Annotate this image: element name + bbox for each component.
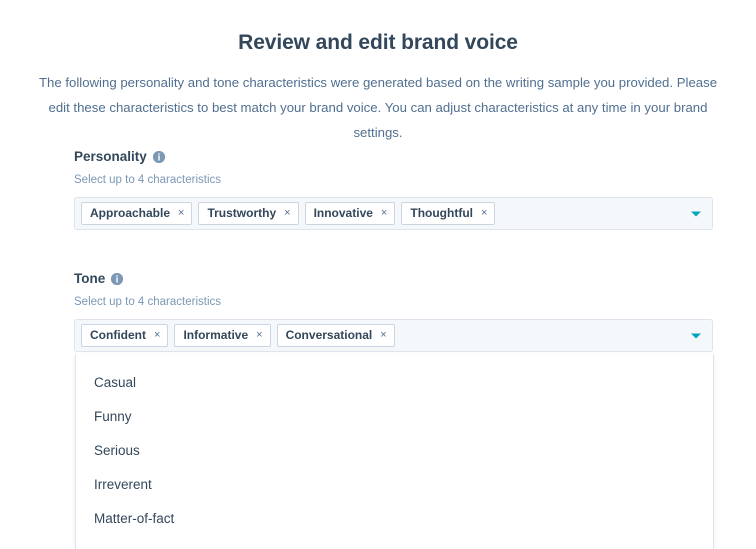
info-icon[interactable]	[111, 273, 123, 285]
tone-field-group: Tone Select up to 4 characteristics Conf…	[74, 270, 714, 352]
tone-select[interactable]: Confident × Informative × Conversational…	[74, 319, 713, 352]
personality-field-group: Personality Select up to 4 characteristi…	[74, 148, 714, 230]
dropdown-option[interactable]: Serious	[76, 434, 713, 468]
chip[interactable]: Confident ×	[81, 324, 168, 347]
chevron-down-icon[interactable]	[691, 333, 701, 338]
tone-help-text: Select up to 4 characteristics	[74, 294, 714, 310]
chip[interactable]: Conversational ×	[277, 324, 395, 347]
chip[interactable]: Thoughtful ×	[401, 202, 495, 225]
chip[interactable]: Approachable ×	[81, 202, 192, 225]
tone-label-row: Tone	[74, 270, 714, 288]
dropdown-option[interactable]: Casual	[76, 366, 713, 400]
brand-voice-form: Personality Select up to 4 characteristi…	[74, 148, 714, 352]
close-icon[interactable]: ×	[256, 330, 262, 341]
personality-label: Personality	[74, 148, 147, 166]
close-icon[interactable]: ×	[284, 208, 290, 219]
page-title: Review and edit brand voice	[0, 28, 756, 58]
chip[interactable]: Informative ×	[174, 324, 270, 347]
chip-label: Thoughtful	[410, 202, 473, 225]
personality-help-text: Select up to 4 characteristics	[74, 172, 714, 188]
chip-label: Innovative	[314, 202, 373, 225]
chip[interactable]: Innovative ×	[305, 202, 396, 225]
chip-label: Approachable	[90, 202, 170, 225]
personality-select[interactable]: Approachable × Trustworthy × Innovative …	[74, 197, 713, 230]
info-icon[interactable]	[153, 151, 165, 163]
close-icon[interactable]: ×	[178, 208, 184, 219]
personality-label-row: Personality	[74, 148, 714, 166]
chip-label: Confident	[90, 324, 146, 347]
dropdown-option[interactable]: Irreverent	[76, 468, 713, 502]
close-icon[interactable]: ×	[381, 208, 387, 219]
chip-label: Conversational	[286, 324, 373, 347]
page-subtitle: The following personality and tone chara…	[28, 70, 728, 145]
chip-label: Informative	[183, 324, 248, 347]
close-icon[interactable]: ×	[481, 208, 487, 219]
brand-voice-page: Review and edit brand voice The followin…	[0, 0, 756, 549]
chevron-down-icon[interactable]	[691, 211, 701, 216]
chip[interactable]: Trustworthy ×	[198, 202, 298, 225]
tone-label: Tone	[74, 270, 105, 288]
chip-label: Trustworthy	[207, 202, 276, 225]
page-header: Review and edit brand voice The followin…	[0, 0, 756, 145]
close-icon[interactable]: ×	[154, 330, 160, 341]
dropdown-option[interactable]: Funny	[76, 400, 713, 434]
tone-dropdown-panel: Casual Funny Serious Irreverent Matter-o…	[75, 354, 714, 549]
dropdown-option[interactable]: Matter-of-fact	[76, 502, 713, 536]
close-icon[interactable]: ×	[380, 330, 386, 341]
